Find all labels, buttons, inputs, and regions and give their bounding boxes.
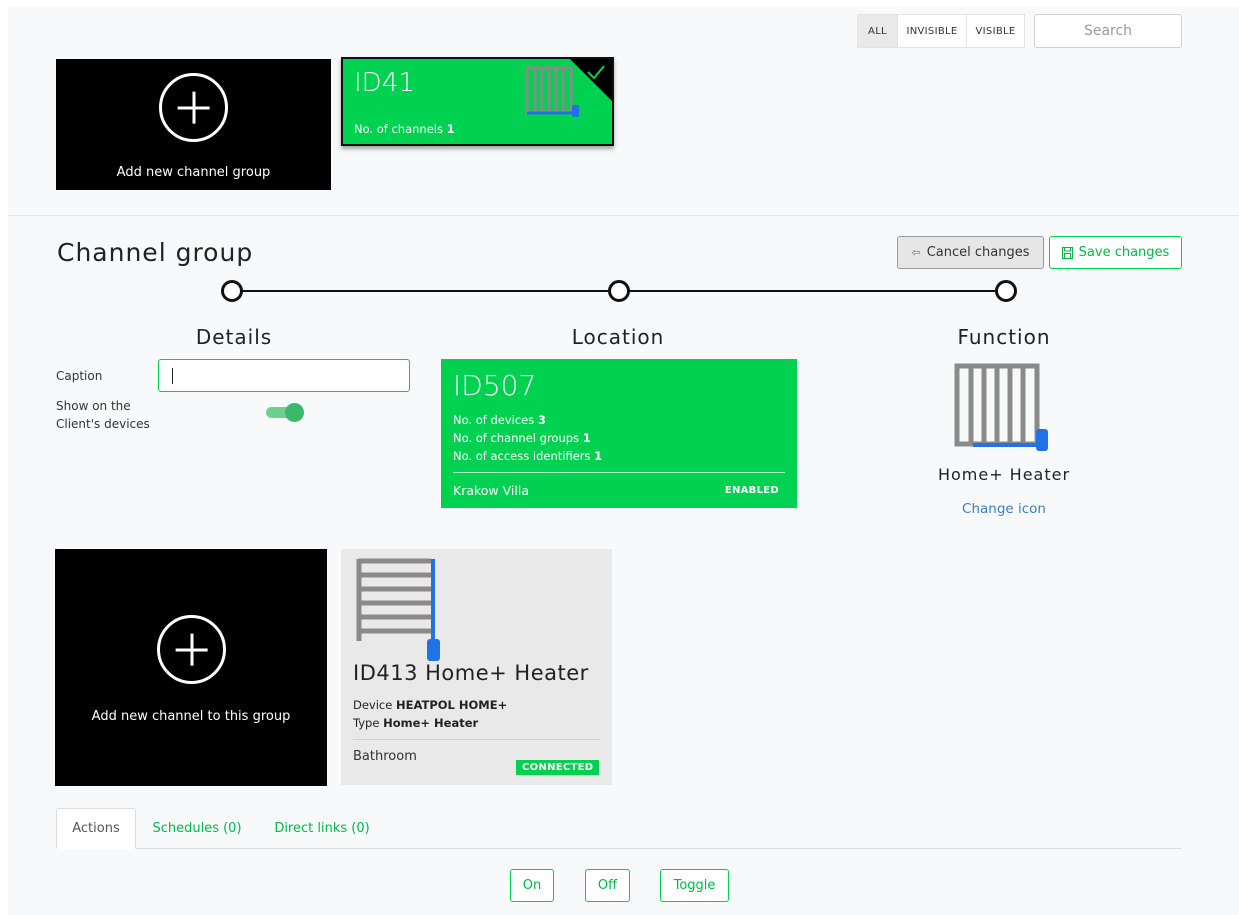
step-dot-function[interactable] [995, 280, 1017, 302]
page: ALL INVISIBLE VISIBLE Add new channel gr… [8, 7, 1239, 915]
search-input[interactable] [1034, 14, 1182, 48]
checkmark-icon [587, 65, 605, 80]
location-devices: No. of devices 3 [453, 413, 546, 427]
undo-icon: ⇦ [911, 246, 921, 259]
on-button[interactable]: On [510, 869, 554, 902]
step-label-function: Function [957, 325, 1051, 349]
channel-group-card[interactable]: ID41 No. of channels 1 [341, 57, 614, 146]
step-dot-location[interactable] [608, 280, 630, 302]
off-button[interactable]: Off [585, 869, 630, 902]
channel-card-divider [353, 739, 600, 740]
location-id: ID507 [453, 369, 537, 402]
filter-visible-button[interactable]: VISIBLE [967, 15, 1024, 47]
add-channel-tile[interactable]: Add new channel to this group [55, 549, 327, 786]
step-label-details: Details [195, 325, 273, 349]
location-groups: No. of channel groups 1 [453, 431, 591, 445]
section-divider [8, 215, 1239, 216]
location-card[interactable]: ID507 No. of devices 3 No. of channel gr… [441, 359, 797, 508]
channel-type: Type Home+ Heater [353, 716, 479, 730]
location-status: ENABLED [724, 485, 779, 496]
channel-group-id: ID41 [354, 68, 415, 98]
change-icon-link[interactable]: Change icon [904, 501, 1104, 517]
function-name: Home+ Heater [937, 465, 1071, 484]
location-card-divider [453, 472, 785, 473]
status-badge: CONNECTED [516, 760, 600, 775]
caption-input[interactable] [158, 359, 410, 392]
channel-title: ID413 Home+ Heater [353, 661, 589, 685]
channel-count: No. of channels 1 [354, 122, 455, 136]
tab-direct-links[interactable]: Direct links (0) [264, 808, 380, 849]
heater-icon [356, 558, 440, 661]
channel-location: Bathroom [353, 749, 417, 764]
cancel-changes-label: Cancel changes [926, 245, 1030, 260]
filter-all-button[interactable]: ALL [858, 15, 898, 47]
visibility-filter: ALL INVISIBLE VISIBLE [857, 14, 1025, 48]
save-changes-label: Save changes [1078, 245, 1170, 260]
tab-actions[interactable]: Actions [56, 808, 136, 849]
plus-circle-icon [159, 73, 228, 142]
step-dot-details[interactable] [221, 280, 243, 302]
radiator-icon[interactable] [953, 363, 1055, 455]
channel-card[interactable]: ID413 Home+ Heater Device HEATPOL HOME+ … [341, 549, 612, 785]
tab-bar: Actions Schedules (0) Direct links (0) [56, 808, 1182, 849]
add-channel-label: Add new channel to this group [91, 709, 291, 724]
floppy-icon [1061, 246, 1073, 259]
plus-circle-icon [157, 615, 226, 684]
filter-invisible-button[interactable]: INVISIBLE [898, 15, 967, 47]
add-channel-group-tile[interactable]: Add new channel group [56, 59, 331, 190]
cancel-changes-button[interactable]: ⇦ Cancel changes [897, 236, 1044, 269]
toggle-button[interactable]: Toggle [660, 869, 729, 902]
step-label-location: Location [571, 325, 665, 349]
channel-device: Device HEATPOL HOME+ [353, 698, 508, 712]
page-title: Channel group [57, 238, 254, 267]
show-on-devices-toggle[interactable] [266, 403, 304, 422]
save-changes-button[interactable]: Save changes [1049, 236, 1182, 269]
tab-schedules[interactable]: Schedules (0) [144, 808, 250, 849]
add-channel-group-label: Add new channel group [116, 165, 271, 180]
location-access: No. of access identifiers 1 [453, 449, 603, 463]
location-name: Krakow Villa [453, 483, 529, 498]
toggle-knob [285, 403, 304, 422]
caption-label: Caption [56, 369, 103, 383]
show-on-devices-label: Show on the Client's devices [56, 399, 150, 431]
